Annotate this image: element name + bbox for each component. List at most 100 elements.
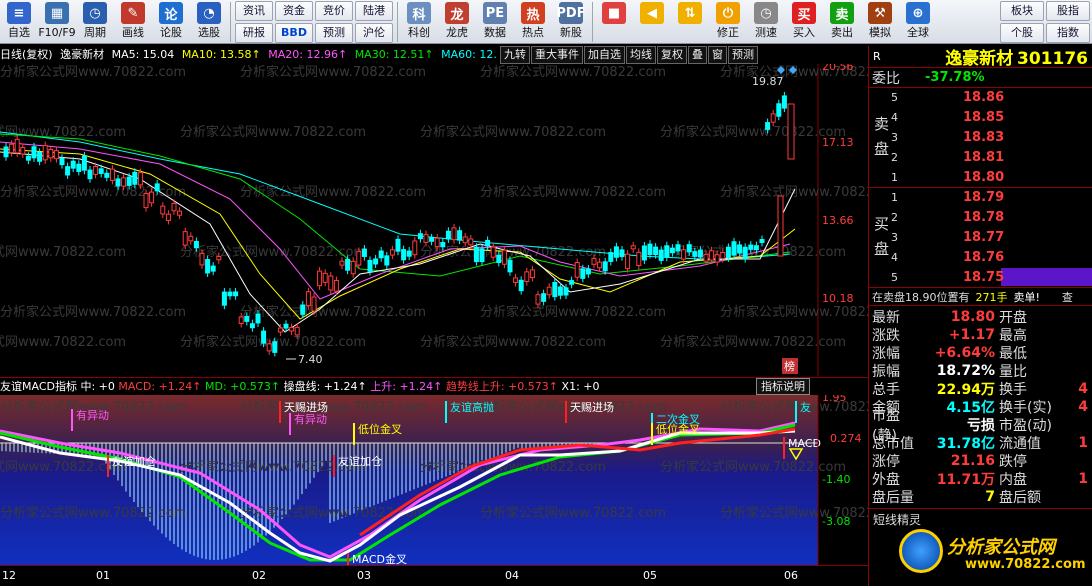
book-price[interactable]: 18.85 xyxy=(963,110,1004,125)
tool-8-button[interactable]: ⊕ 全球 xyxy=(899,0,937,44)
index-futures-button[interactable]: 股指 xyxy=(1046,1,1090,21)
toolbar-button-label: 论股 xyxy=(160,26,182,39)
candle-body xyxy=(770,113,776,123)
major-events-button[interactable]: 重大事件 xyxy=(531,46,583,64)
short-elf-label[interactable]: 短线精灵 xyxy=(869,509,1092,530)
color-blocks-button[interactable]: ■ xyxy=(595,0,633,44)
book-price[interactable]: 18.76 xyxy=(963,250,1004,265)
left-1-button[interactable]: ▦ F10/F9 xyxy=(38,0,76,44)
left-0-button[interactable]: ≡ 自选 xyxy=(0,0,38,44)
candle-body xyxy=(20,147,26,155)
candle-body xyxy=(619,249,625,258)
big-order-notice[interactable]: 在卖盘18.90位置有 271手 卖单! 查 xyxy=(869,288,1092,306)
book-price[interactable]: 18.79 xyxy=(963,190,1004,205)
right-4-button[interactable]: PDF 新股 xyxy=(552,0,590,44)
window-button[interactable]: 窗 xyxy=(708,46,727,64)
ma30-value: MA30: 12.51↑ xyxy=(354,48,434,61)
up-down-icon: ⇅ xyxy=(678,2,702,24)
book-price[interactable]: 18.77 xyxy=(963,230,1004,245)
ma-button[interactable]: 均线 xyxy=(626,46,656,64)
book-price[interactable]: 18.78 xyxy=(963,210,1004,225)
candle-body xyxy=(625,253,631,270)
candle-body xyxy=(345,258,351,271)
candle-body xyxy=(641,245,647,261)
research-button[interactable]: 研报 xyxy=(235,23,273,43)
candle-body xyxy=(518,279,524,292)
back-arrow-button[interactable]: ◀ xyxy=(633,0,671,44)
tool-6-button[interactable]: 卖卖出 xyxy=(823,0,861,44)
index-button[interactable]: 指数 xyxy=(1046,23,1090,43)
candle-body xyxy=(14,138,20,154)
clock-icon: ◷ xyxy=(754,2,778,24)
book-price[interactable]: 18.83 xyxy=(963,130,1004,145)
candle-body xyxy=(272,341,278,353)
auction-button[interactable]: 竞价 xyxy=(315,1,353,21)
candle-body xyxy=(753,245,759,250)
bbd-button[interactable]: BBD xyxy=(275,23,313,43)
stat-value: 18.80 xyxy=(950,309,995,325)
overlay-button[interactable]: 叠 xyxy=(688,46,707,64)
candlestick-chart[interactable]: 分析家公式网www.70822.com 分析家公式网www.70822.com 分析… xyxy=(0,64,868,376)
ma20-value: MA20: 12.96↑ xyxy=(268,48,348,61)
indicator-help-button[interactable]: 指标说明 xyxy=(756,378,810,395)
shanghai-london-button[interactable]: 沪伦 xyxy=(355,23,393,43)
tool-4-button[interactable]: ◷ 测速 xyxy=(747,0,785,44)
pen-icon: ✎ xyxy=(121,2,145,24)
candle-body xyxy=(479,248,485,263)
toolbar-button-label: 修正 xyxy=(717,26,739,39)
add-watchlist-button[interactable]: 加自选 xyxy=(584,46,625,64)
tool-5-button[interactable]: 买买入 xyxy=(785,0,823,44)
adjust-button[interactable]: 复权 xyxy=(657,46,687,64)
macd-chart[interactable]: 分析家公式网www.70822.com 分析家公式网www.70822.com 分析… xyxy=(0,395,868,565)
nine-turn-button[interactable]: 九转 xyxy=(500,46,530,64)
stat-value: 31.78亿 xyxy=(936,436,995,452)
candle-body xyxy=(563,287,569,296)
info-button[interactable]: 资讯 xyxy=(235,1,273,21)
right-0-button[interactable]: 科科创 xyxy=(400,0,438,44)
left-5-button[interactable]: ◔ 选股 xyxy=(190,0,228,44)
candle-body xyxy=(664,245,670,258)
left-2-button[interactable]: ◷ 周期 xyxy=(76,0,114,44)
candle-body xyxy=(210,265,216,272)
candle-body xyxy=(216,256,222,261)
right-1-button[interactable]: 龙龙虎 xyxy=(438,0,476,44)
candle-body xyxy=(266,343,272,352)
stock-button[interactable]: 个股 xyxy=(1000,23,1044,43)
candle-body xyxy=(205,259,211,274)
candle-body xyxy=(597,261,603,269)
stat-label: 市盈(动) xyxy=(999,418,1052,434)
book-price[interactable]: 18.86 xyxy=(963,90,1004,105)
tool-3-button[interactable]: ⏻ 修正 xyxy=(709,0,747,44)
period-label[interactable]: 日线(复权) xyxy=(0,48,53,61)
up-down-button[interactable]: ⇅ xyxy=(671,0,709,44)
watermark-text: 分析家公式网www.70822.com xyxy=(480,505,666,521)
capital-button[interactable]: 资金 xyxy=(275,1,313,21)
right-2-button[interactable]: PE 数据 xyxy=(476,0,514,44)
book-price[interactable]: 18.81 xyxy=(963,150,1004,165)
forecast-button[interactable]: 预测 xyxy=(315,23,353,43)
signal-label: 天赐进场 xyxy=(284,400,328,414)
book-level: 1 xyxy=(891,191,898,204)
tool-7-button[interactable]: ⚒ 模拟 xyxy=(861,0,899,44)
date-tick: 02 xyxy=(252,569,266,582)
book-price[interactable]: 18.75 xyxy=(963,270,1004,285)
candle-body xyxy=(311,296,317,312)
candle-body xyxy=(737,244,743,254)
stat-label: 总市值 xyxy=(872,436,914,452)
price-tick: 13.66 xyxy=(822,214,854,227)
toolbar-button-label: 热点 xyxy=(522,26,544,39)
order-ratio-value: -37.78% xyxy=(925,70,985,85)
candle-body xyxy=(524,271,530,283)
left-4-button[interactable]: 论论股 xyxy=(152,0,190,44)
left-3-button[interactable]: ✎ 画线 xyxy=(114,0,152,44)
stat-row: 振幅 18.72% 量比 xyxy=(869,362,1092,380)
hk-connect-button[interactable]: 陆港 xyxy=(355,1,393,21)
right-3-button[interactable]: 热热点 xyxy=(514,0,552,44)
indicator-name[interactable]: 友谊MACD指标 xyxy=(0,380,77,393)
sector-button[interactable]: 板块 xyxy=(1000,1,1044,21)
dragon-tiger-icon: 龙 xyxy=(445,2,469,24)
candle-body xyxy=(776,103,782,117)
watermark-text: 分析家公式网www.70822.com xyxy=(720,304,868,320)
book-price[interactable]: 18.80 xyxy=(963,170,1004,185)
forecast-chart-button[interactable]: 预测 xyxy=(728,46,758,64)
